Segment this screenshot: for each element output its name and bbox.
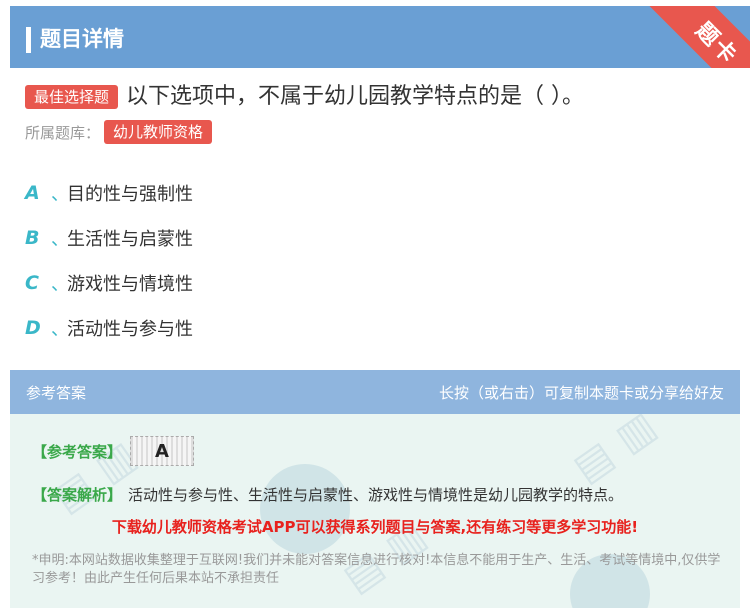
disclaimer-text: *申明:本网站数据收集整理于互联网!我们并未能对答案信息进行核对!本信息不能用于… bbox=[32, 553, 721, 586]
page-header: 题目详情 题卡 bbox=[10, 6, 750, 68]
answer-panel: ▤ ▥ ▤ ▥ ▤ ▥ 【参考答案】 A 【答案解析】 活动性与参与性、生活性与… bbox=[10, 414, 740, 608]
option-separator: 、 bbox=[51, 273, 69, 295]
option-letter: D bbox=[25, 316, 41, 339]
option-letter: B bbox=[25, 226, 40, 249]
option-b[interactable]: B 、 生活性与启蒙性 bbox=[25, 215, 193, 260]
question-type-badge: 最佳选择题 bbox=[25, 85, 119, 109]
option-c[interactable]: C 、 游戏性与情境性 bbox=[25, 260, 193, 305]
answer-header: 参考答案 长按（或右击）可复制本题卡或分享给好友 bbox=[10, 370, 740, 414]
analysis-label: 【答案解析】 bbox=[32, 486, 123, 504]
question-text: 以下选项中，不属于幼儿园教学特点的是（ ）。 bbox=[126, 84, 585, 109]
analysis-text: 活动性与参与性、生活性与启蒙性、游戏性与情境性是幼儿园教学的特点。 bbox=[128, 486, 624, 504]
library-label: 所属题库： bbox=[25, 123, 101, 142]
app-download-link[interactable]: 下载幼儿教师资格考试APP可以获得系列题目与答案,还有练习等更多学习功能! bbox=[10, 516, 740, 537]
watermark-circle bbox=[260, 464, 350, 554]
analysis-row: 【答案解析】 活动性与参与性、生活性与启蒙性、游戏性与情境性是幼儿园教学的特点。 bbox=[32, 484, 623, 505]
option-separator: 、 bbox=[51, 228, 69, 250]
reference-answer-label: 【参考答案】 bbox=[32, 442, 123, 461]
option-separator: 、 bbox=[51, 318, 69, 340]
option-separator: 、 bbox=[51, 183, 69, 205]
answer-image: A bbox=[130, 436, 195, 466]
option-text: 生活性与启蒙性 bbox=[67, 228, 193, 250]
option-text: 活动性与参与性 bbox=[67, 318, 193, 340]
share-hint: 长按（或右击）可复制本题卡或分享给好友 bbox=[438, 383, 724, 402]
question-row: 最佳选择题 以下选项中，不属于幼儿园教学特点的是（ ）。 bbox=[25, 80, 740, 114]
options-list: A 、 目的性与强制性 B 、 生活性与启蒙性 C 、 游戏性与情境性 D 、 … bbox=[25, 170, 193, 350]
answer-header-title: 参考答案 bbox=[26, 383, 87, 402]
page-title: 题目详情 bbox=[40, 27, 124, 51]
header-accent-bar bbox=[26, 27, 31, 53]
option-text: 游戏性与情境性 bbox=[67, 273, 193, 295]
option-letter: C bbox=[25, 271, 39, 294]
watermark-glyph: ▤ ▥ bbox=[564, 414, 665, 492]
option-a[interactable]: A 、 目的性与强制性 bbox=[25, 170, 193, 215]
library-row: 所属题库： 幼儿教师资格 bbox=[25, 120, 213, 144]
option-d[interactable]: D 、 活动性与参与性 bbox=[25, 305, 193, 350]
option-letter: A bbox=[25, 181, 40, 204]
library-tag[interactable]: 幼儿教师资格 bbox=[104, 120, 213, 144]
reference-answer-row: 【参考答案】 A bbox=[32, 436, 195, 466]
option-text: 目的性与强制性 bbox=[67, 183, 193, 205]
